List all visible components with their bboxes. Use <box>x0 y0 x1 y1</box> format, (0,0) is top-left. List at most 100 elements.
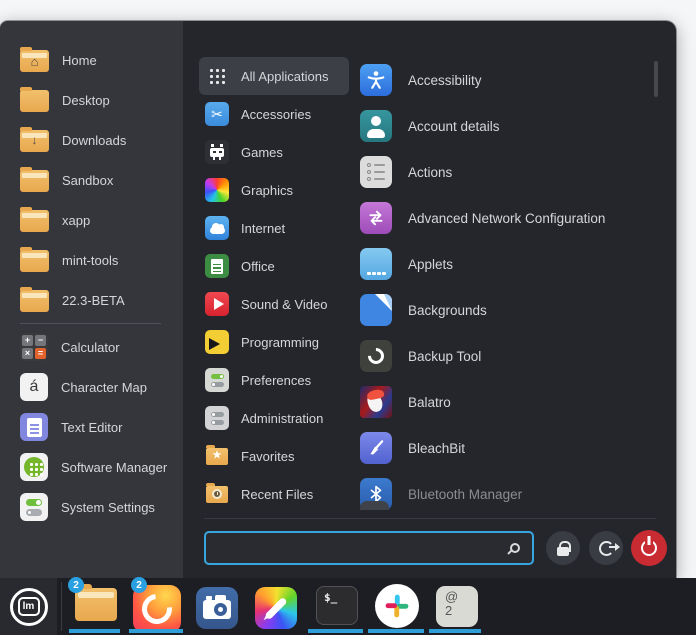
sidebar-place-sandbox[interactable]: Sandbox <box>0 160 183 200</box>
category-sound-video[interactable]: Sound & Video <box>199 285 349 323</box>
place-label: mint-tools <box>62 253 118 268</box>
category-preferences[interactable]: Preferences <box>199 361 349 399</box>
taskbar-item-characters-app[interactable]: @ 2 <box>436 586 478 627</box>
category-administration[interactable]: Administration <box>199 399 349 437</box>
app-label: Accessibility <box>408 73 482 88</box>
running-indicator-terminal <box>308 629 363 633</box>
taskbar-item-slack[interactable] <box>375 584 419 628</box>
sidebar-place-xapp[interactable]: xapp <box>0 200 183 240</box>
app-label: Bluetooth Manager <box>408 487 522 502</box>
app-balatro[interactable]: Balatro <box>350 379 655 425</box>
partially-scrolled-app-icon <box>360 501 389 510</box>
toggles-gray-icon <box>205 406 229 430</box>
menu-button[interactable]: lm <box>0 578 57 635</box>
paintbrush-icon <box>264 596 287 619</box>
sidebar-item-character-map[interactable]: á Character Map <box>0 367 183 407</box>
search-box <box>204 531 534 565</box>
folder-icon <box>20 250 49 272</box>
user-icon <box>360 110 392 142</box>
folder-icon <box>20 170 49 192</box>
desktop-folder-icon <box>20 90 49 112</box>
category-accessories[interactable]: ✂ Accessories <box>199 95 349 133</box>
app-account-details[interactable]: Account details <box>350 103 655 149</box>
folder-icon <box>20 210 49 232</box>
page-curl-icon <box>360 294 392 326</box>
character-map-icon: á <box>20 373 48 401</box>
category-recent-files[interactable]: Recent Files <box>199 475 349 513</box>
balatro-game-icon <box>360 386 392 418</box>
category-graphics[interactable]: Graphics <box>199 171 349 209</box>
app-advanced-network-configuration[interactable]: Advanced Network Configuration <box>350 195 655 241</box>
running-indicator-characters <box>429 629 481 633</box>
logout-icon <box>599 541 614 556</box>
sidebar-place-home[interactable]: ⌂ Home <box>0 40 183 80</box>
app-label: Account details <box>408 119 500 134</box>
app-label: Backup Tool <box>408 349 481 364</box>
running-indicator-firefox <box>129 629 183 633</box>
checklist-icon <box>360 156 392 188</box>
logout-button[interactable] <box>589 531 623 565</box>
power-icon <box>641 540 657 556</box>
category-label: Accessories <box>241 107 311 122</box>
sidebar-place-downloads[interactable]: ↓ Downloads <box>0 120 183 160</box>
category-label: All Applications <box>241 69 328 84</box>
firefox-badge: 2 <box>131 577 147 593</box>
sidebar-place-mint-tools[interactable]: mint-tools <box>0 240 183 280</box>
sidebar-place-22-3-beta[interactable]: 22.3-BETA <box>0 280 183 320</box>
taskbar-item-screenshot-tool[interactable] <box>196 587 238 629</box>
rainbow-icon <box>205 178 229 202</box>
taskbar-item-drawing-app[interactable] <box>255 587 297 629</box>
place-label: Downloads <box>62 133 126 148</box>
space-invader-icon <box>205 140 229 164</box>
running-indicator-file-manager <box>69 629 120 633</box>
category-games[interactable]: Games <box>199 133 349 171</box>
place-label: 22.3-BETA <box>62 293 125 308</box>
taskbar-separator <box>61 582 62 631</box>
app-label: Calculator <box>61 340 120 355</box>
calculator-icon: +−×= <box>20 333 48 361</box>
app-accessibility[interactable]: Accessibility <box>350 57 655 103</box>
file-manager-badge: 2 <box>68 577 84 593</box>
category-favorites[interactable]: ★ Favorites <box>199 437 349 475</box>
app-backup-tool[interactable]: Backup Tool <box>350 333 655 379</box>
grid-icon <box>205 64 229 88</box>
category-office[interactable]: Office <box>199 247 349 285</box>
search-input[interactable] <box>206 541 510 556</box>
lock-screen-button[interactable] <box>546 531 580 565</box>
sidebar-item-calculator[interactable]: +−×= Calculator <box>0 327 183 367</box>
power-button[interactable] <box>631 530 667 566</box>
taskbar-item-terminal[interactable]: $_ <box>316 586 358 625</box>
folder-icon <box>20 290 49 312</box>
app-list-scrollbar[interactable] <box>654 61 658 97</box>
app-label: BleachBit <box>408 441 465 456</box>
sidebar-place-desktop[interactable]: Desktop <box>0 80 183 120</box>
app-actions[interactable]: Actions <box>350 149 655 195</box>
app-bleachbit[interactable]: BleachBit <box>350 425 655 471</box>
app-label: Backgrounds <box>408 303 487 318</box>
category-label: Programming <box>241 335 319 350</box>
sidebar-item-software-manager[interactable]: Software Manager <box>0 447 183 487</box>
camera-icon <box>203 600 231 619</box>
category-label: Recent Files <box>241 487 313 502</box>
home-folder-icon: ⌂ <box>20 50 49 72</box>
circular-arrow-icon <box>360 340 392 372</box>
menu-sidebar: ⌂ Home Desktop ↓ Downloads Sandbox xapp <box>0 21 183 578</box>
slack-icon <box>384 593 410 619</box>
scissors-icon: ✂ <box>205 102 229 126</box>
app-bluetooth-manager[interactable]: Bluetooth Manager <box>350 471 655 517</box>
category-all-applications[interactable]: All Applications <box>199 57 349 95</box>
app-backgrounds[interactable]: Backgrounds <box>350 287 655 333</box>
taskbar-item-file-manager[interactable] <box>75 588 117 621</box>
sidebar-item-text-editor[interactable]: Text Editor <box>0 407 183 447</box>
category-programming[interactable]: Programming <box>199 323 349 361</box>
sidebar-apps: +−×= Calculator á Character Map Text Edi… <box>0 327 183 527</box>
taskbar-panel: lm 2 2 $_ @ 2 <box>0 578 696 635</box>
network-arrows-icon <box>360 202 392 234</box>
category-internet[interactable]: Internet <box>199 209 349 247</box>
cloud-icon <box>205 216 229 240</box>
search-icon <box>510 543 520 553</box>
folder-clock-icon <box>205 482 229 506</box>
sidebar-places: ⌂ Home Desktop ↓ Downloads Sandbox xapp <box>0 21 183 320</box>
app-applets[interactable]: Applets <box>350 241 655 287</box>
sidebar-item-system-settings[interactable]: System Settings <box>0 487 183 527</box>
